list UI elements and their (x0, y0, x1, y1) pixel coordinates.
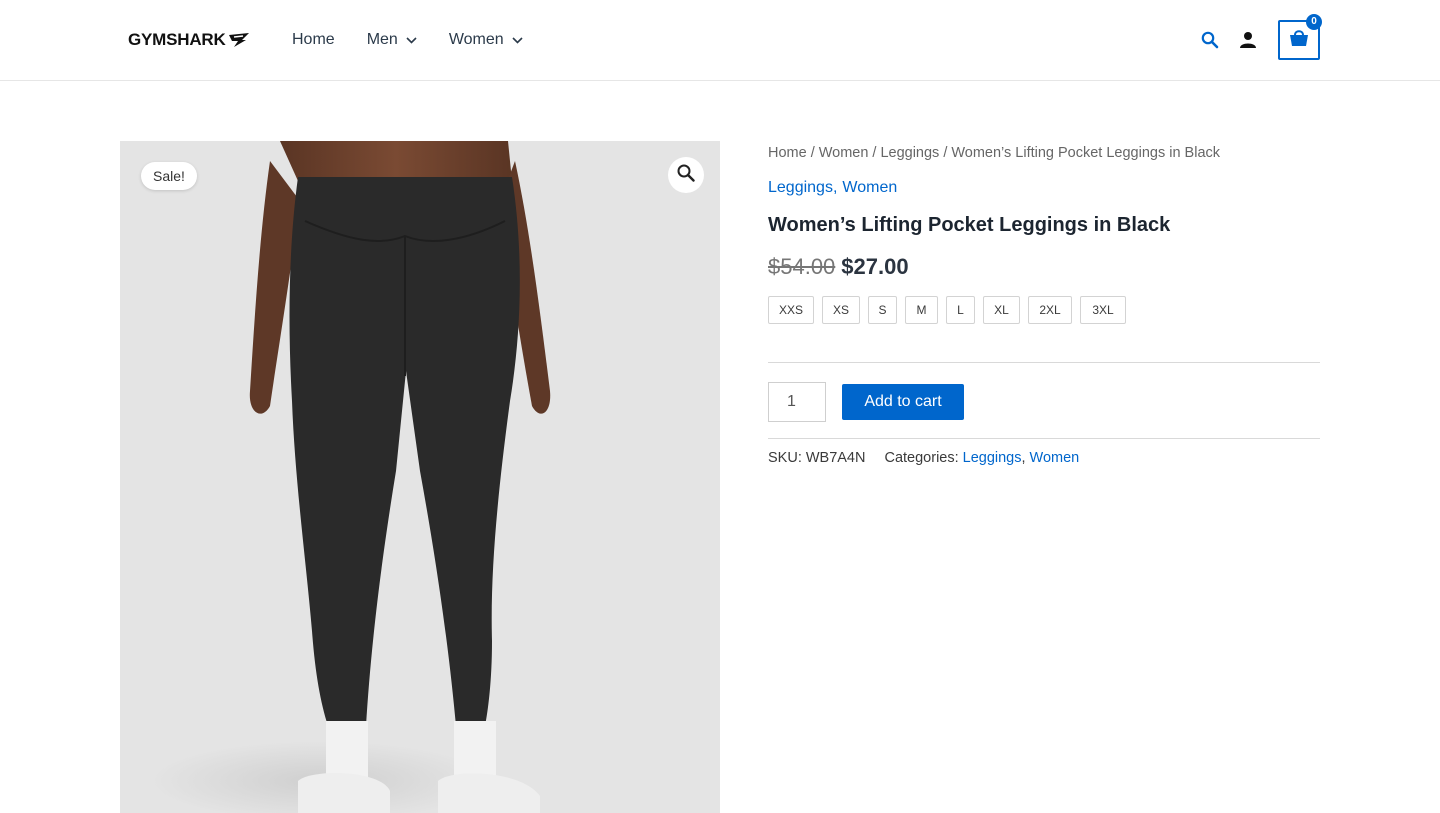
product-gallery[interactable]: Sale! (120, 141, 720, 813)
size-options: XXS XS S M L XL 2XL 3XL (768, 296, 1320, 324)
sale-badge: Sale! (141, 162, 197, 190)
meta-category-leggings[interactable]: Leggings (963, 450, 1022, 466)
magnifier-icon (677, 164, 695, 187)
nav-item-women[interactable]: Women (449, 31, 523, 49)
price-sale: $27.00 (841, 254, 909, 279)
site-header: GYMSHARK Home Men Women 0 (0, 0, 1440, 81)
header-actions: 0 (1198, 14, 1322, 60)
quantity-input[interactable]: 1 (768, 382, 826, 422)
size-option-2xl[interactable]: 2XL (1028, 296, 1072, 324)
category-link-leggings[interactable]: Leggings (768, 179, 833, 197)
chevron-down-icon (406, 36, 417, 44)
product-price: $54.00 $27.00 (768, 252, 1320, 282)
add-to-cart-button[interactable]: Add to cart (842, 384, 964, 420)
nav-item-label: Men (366, 31, 398, 48)
breadcrumb-separator: / (810, 145, 815, 161)
breadcrumb-home[interactable]: Home (768, 145, 807, 161)
product-meta: SKU: WB7A4N Categories: Leggings, Women (768, 448, 1079, 468)
size-option-s[interactable]: S (868, 296, 897, 324)
cart-icon (1289, 29, 1309, 52)
nav-item-men[interactable]: Men (367, 31, 417, 49)
nav-item-label: Home (292, 31, 335, 48)
main-nav: Home Men Women (292, 0, 555, 80)
shark-logo-icon (228, 33, 249, 47)
search-icon[interactable] (1198, 28, 1222, 52)
size-option-xl[interactable]: XL (983, 296, 1020, 324)
price-original: $54.00 (768, 254, 836, 279)
category-comma: , (832, 179, 838, 196)
sku-value: WB7A4N (805, 450, 866, 466)
chevron-down-icon (512, 36, 523, 44)
size-option-l[interactable]: L (946, 296, 975, 324)
sku-label: SKU: (768, 450, 802, 466)
breadcrumb-separator: / (872, 145, 877, 161)
breadcrumb-women[interactable]: Women (819, 145, 869, 161)
breadcrumb-current: Women’s Lifting Pocket Leggings in Black (951, 145, 1221, 161)
divider (768, 362, 1320, 363)
nav-item-home[interactable]: Home (292, 31, 335, 49)
meta-category-women[interactable]: Women (1030, 450, 1080, 466)
logo-text: GYMSHARK (128, 30, 226, 49)
size-option-3xl[interactable]: 3XL (1080, 296, 1126, 324)
cart-button[interactable]: 0 (1278, 14, 1322, 60)
divider (768, 438, 1320, 439)
account-icon[interactable] (1236, 28, 1260, 52)
category-comma: , (1021, 450, 1026, 466)
categories-label: Categories: (884, 450, 959, 466)
breadcrumb-leggings[interactable]: Leggings (880, 145, 939, 161)
product-title: Women’s Lifting Pocket Leggings in Black (768, 214, 1171, 236)
product-summary: Home / Women / Leggings / Women’s Liftin… (768, 141, 1320, 466)
nav-item-label: Women (448, 31, 504, 48)
breadcrumb-separator: / (943, 145, 948, 161)
category-link-women[interactable]: Women (842, 179, 897, 197)
add-to-cart-form: 1 Add to cart (768, 382, 964, 422)
zoom-button[interactable] (668, 157, 704, 193)
size-option-xxs[interactable]: XXS (768, 296, 814, 324)
site-logo[interactable]: GYMSHARK (128, 30, 250, 50)
size-option-m[interactable]: M (905, 296, 938, 324)
product-photo (120, 141, 720, 813)
breadcrumb: Home / Women / Leggings / Women’s Liftin… (768, 141, 1320, 165)
size-option-xs[interactable]: XS (822, 296, 860, 324)
cart-count-badge: 0 (1306, 14, 1322, 30)
category-links: Leggings, Women (768, 176, 1320, 200)
